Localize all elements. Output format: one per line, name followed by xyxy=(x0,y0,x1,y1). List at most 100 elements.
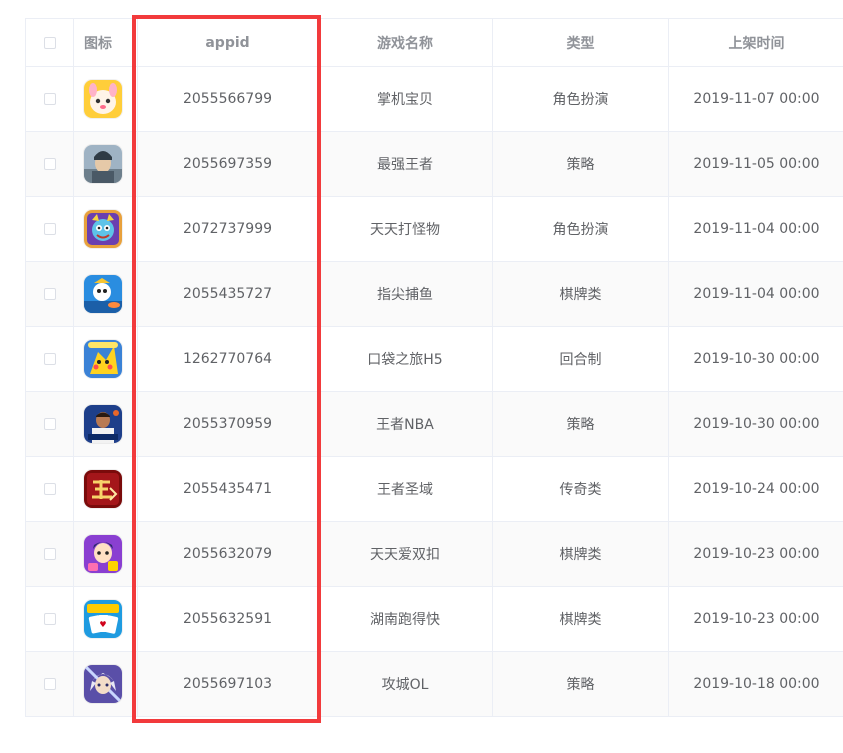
table-row[interactable]: 2055435471 王者圣域 传奇类 2019-10-24 00:00 xyxy=(26,457,843,522)
basketball-player-icon xyxy=(84,405,122,443)
card-game-character-icon xyxy=(84,535,122,573)
table-row[interactable]: 2055697103 攻城OL 策略 2019-10-18 00:00 xyxy=(26,652,843,717)
row-icon-cell xyxy=(74,522,138,586)
appid-cell: 2055697359 xyxy=(138,132,318,196)
date-cell: 2019-10-18 00:00 xyxy=(693,676,820,692)
date-cell: 2019-11-04 00:00 xyxy=(693,286,820,302)
row-checkbox-cell xyxy=(26,327,74,391)
type-cell: 棋牌类 xyxy=(493,587,669,651)
name-cell: 王者NBA xyxy=(318,392,493,456)
table-row[interactable]: 2055435727 指尖捕鱼 棋牌类 2019-11-04 00:00 xyxy=(26,262,843,327)
row-checkbox-cell xyxy=(26,197,74,261)
table-row[interactable]: 2055370959 王者NBA 策略 2019-10-30 00:00 xyxy=(26,392,843,457)
name-cell: 湖南跑得快 xyxy=(318,587,493,651)
type-cell: 策略 xyxy=(493,652,669,716)
fishing-game-icon xyxy=(84,275,122,313)
warrior-portrait-icon xyxy=(84,145,122,183)
row-checkbox[interactable] xyxy=(43,548,56,560)
row-checkbox[interactable] xyxy=(43,93,56,105)
row-checkbox-cell xyxy=(26,587,74,651)
table-row[interactable]: ♥ 2055632591 湖南跑得快 棋牌类 2019-10-23 00:00 xyxy=(26,587,843,652)
table-row[interactable]: 2055632079 天天爱双扣 棋牌类 2019-10-23 00:00 xyxy=(26,522,843,587)
playing-cards-icon: ♥ xyxy=(84,600,122,638)
type-cell: 棋牌类 xyxy=(493,262,669,326)
row-checkbox-cell xyxy=(26,262,74,326)
date-cell: 2019-10-30 00:00 xyxy=(693,416,820,432)
row-checkbox-cell xyxy=(26,132,74,196)
name-cell: 口袋之旅H5 xyxy=(318,327,493,391)
header-appid[interactable]: appid xyxy=(138,19,318,66)
appid-cell: 2055435727 xyxy=(138,262,318,326)
appid-cell: 2055370959 xyxy=(138,392,318,456)
date-cell: 2019-11-04 00:00 xyxy=(693,221,820,237)
name-cell: 王者圣域 xyxy=(318,457,493,521)
row-checkbox[interactable] xyxy=(43,678,56,690)
pocket-monster-icon xyxy=(84,340,122,378)
cartoon-creature-icon xyxy=(84,80,122,118)
row-icon-cell xyxy=(74,67,138,131)
row-checkbox[interactable] xyxy=(43,483,56,495)
date-cell: 2019-11-07 00:00 xyxy=(693,91,820,107)
type-cell: 策略 xyxy=(493,392,669,456)
select-all-checkbox[interactable] xyxy=(43,36,56,49)
row-checkbox[interactable] xyxy=(43,613,56,625)
row-icon-cell xyxy=(74,457,138,521)
row-icon-cell xyxy=(74,197,138,261)
svg-text:♥: ♥ xyxy=(99,620,106,629)
row-icon-cell xyxy=(74,132,138,196)
row-checkbox-cell xyxy=(26,457,74,521)
header-date[interactable]: 上架时间 xyxy=(669,19,843,66)
type-cell: 角色扮演 xyxy=(493,67,669,131)
monster-face-icon xyxy=(84,210,122,248)
row-checkbox-cell xyxy=(26,392,74,456)
row-icon-cell xyxy=(74,327,138,391)
header-type[interactable]: 类型 xyxy=(493,19,669,66)
header-checkbox-cell xyxy=(26,19,74,66)
name-cell: 天天爱双扣 xyxy=(318,522,493,586)
row-icon-cell: ♥ xyxy=(74,587,138,651)
row-icon-cell xyxy=(74,262,138,326)
table-header-row: 图标 appid 游戏名称 类型 上架时间 xyxy=(26,19,843,67)
appid-cell: 2055566799 xyxy=(138,67,318,131)
name-cell: 指尖捕鱼 xyxy=(318,262,493,326)
row-icon-cell xyxy=(74,652,138,716)
appid-cell: 2055435471 xyxy=(138,457,318,521)
appid-cell: 2055632591 xyxy=(138,587,318,651)
game-table: 图标 appid 游戏名称 类型 上架时间 2055566799 掌机宝贝 角色… xyxy=(25,18,843,717)
row-checkbox-cell xyxy=(26,522,74,586)
name-cell: 最强王者 xyxy=(318,132,493,196)
wangzhe-logo-icon xyxy=(84,470,122,508)
row-checkbox[interactable] xyxy=(43,158,56,170)
appid-cell: 2055697103 xyxy=(138,652,318,716)
type-cell: 棋牌类 xyxy=(493,522,669,586)
row-checkbox[interactable] xyxy=(43,223,56,235)
date-cell: 2019-10-23 00:00 xyxy=(693,611,820,627)
name-cell: 天天打怪物 xyxy=(318,197,493,261)
row-checkbox[interactable] xyxy=(43,288,56,300)
header-name[interactable]: 游戏名称 xyxy=(318,19,493,66)
row-checkbox[interactable] xyxy=(43,418,56,430)
name-cell: 掌机宝贝 xyxy=(318,67,493,131)
date-cell: 2019-10-30 00:00 xyxy=(693,351,820,367)
appid-cell: 1262770764 xyxy=(138,327,318,391)
header-icon: 图标 xyxy=(74,19,138,66)
row-checkbox[interactable] xyxy=(43,353,56,365)
table-row[interactable]: 2055697359 最强王者 策略 2019-11-05 00:00 xyxy=(26,132,843,197)
table-row[interactable]: 2055566799 掌机宝贝 角色扮演 2019-11-07 00:00 xyxy=(26,67,843,132)
row-checkbox-cell xyxy=(26,67,74,131)
type-cell: 回合制 xyxy=(493,327,669,391)
date-cell: 2019-11-05 00:00 xyxy=(693,156,820,172)
date-cell: 2019-10-24 00:00 xyxy=(693,481,820,497)
white-haired-hero-icon xyxy=(84,665,122,703)
table-row[interactable]: 2072737999 天天打怪物 角色扮演 2019-11-04 00:00 xyxy=(26,197,843,262)
type-cell: 策略 xyxy=(493,132,669,196)
row-checkbox-cell xyxy=(26,652,74,716)
type-cell: 传奇类 xyxy=(493,457,669,521)
date-cell: 2019-10-23 00:00 xyxy=(693,546,820,562)
name-cell: 攻城OL xyxy=(318,652,493,716)
table-row[interactable]: 1262770764 口袋之旅H5 回合制 2019-10-30 00:00 xyxy=(26,327,843,392)
row-icon-cell xyxy=(74,392,138,456)
appid-cell: 2055632079 xyxy=(138,522,318,586)
type-cell: 角色扮演 xyxy=(493,197,669,261)
appid-cell: 2072737999 xyxy=(138,197,318,261)
